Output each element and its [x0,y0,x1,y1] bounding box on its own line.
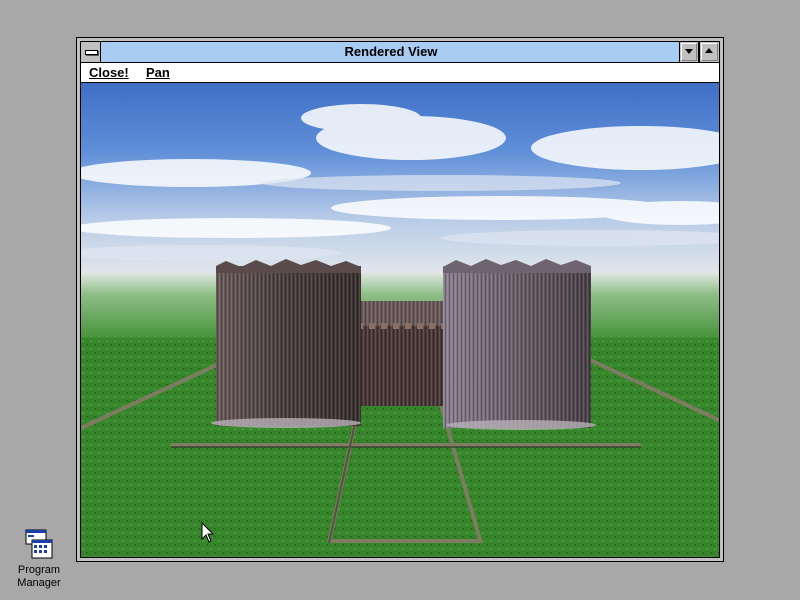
menu-pan[interactable]: Pan [146,63,170,82]
program-manager-label: Program Manager [17,564,61,589]
rendered-scene[interactable] [81,83,719,557]
window-title: Rendered View [344,44,438,59]
minimize-arrow-icon [685,49,693,54]
title-bar[interactable]: Rendered View [81,42,719,63]
system-menu-icon [85,50,98,55]
rendered-view-window: Rendered View Close! Pan [76,37,724,562]
system-menu-button[interactable] [81,42,101,62]
menu-bar: Close! Pan [81,63,719,83]
minimize-button[interactable] [679,42,699,62]
maximize-button[interactable] [699,42,719,62]
window-client: Rendered View Close! Pan [80,41,720,558]
maximize-arrow-icon [705,48,713,53]
castle-scene-image [81,83,719,557]
program-manager-glyph-icon [25,529,53,559]
mouse-pointer-icon [201,522,215,543]
program-manager-icon[interactable]: Program Manager [8,528,70,598]
menu-close[interactable]: Close! [89,63,129,82]
